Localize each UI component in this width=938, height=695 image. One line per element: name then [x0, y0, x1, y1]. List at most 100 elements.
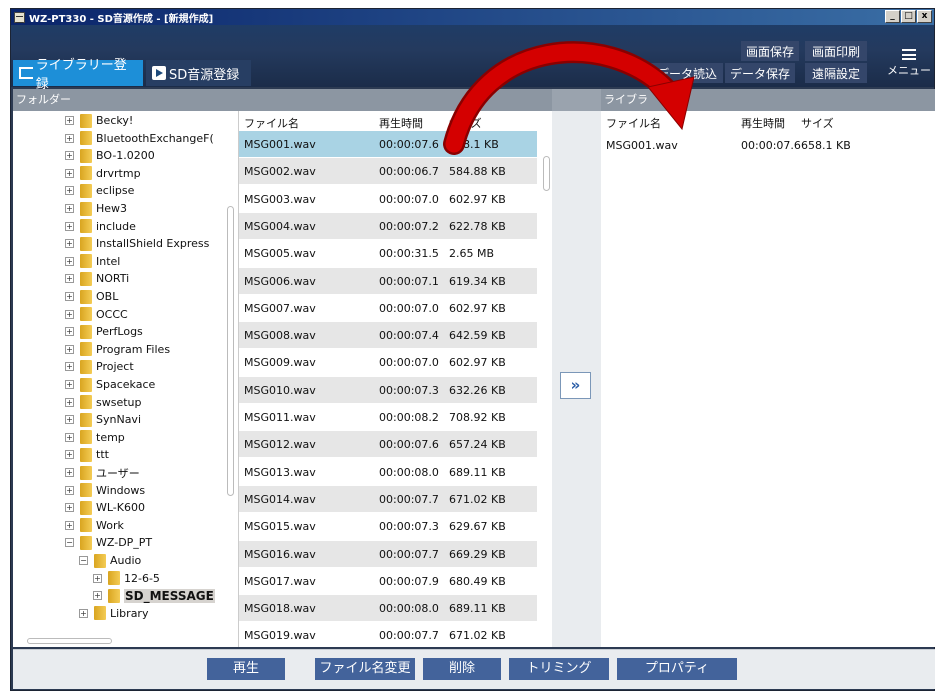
folder-tree-item[interactable]: + temp — [65, 429, 125, 446]
tree-expander-icon[interactable]: + — [65, 468, 74, 477]
folder-tree-item[interactable]: +12-6-5 — [93, 570, 160, 587]
tree-expander-icon[interactable]: + — [65, 239, 74, 249]
properties-button[interactable]: プロパティ — [617, 658, 737, 680]
tree-hscroll-thumb[interactable] — [27, 638, 112, 644]
tree-expander-icon[interactable]: + — [65, 485, 74, 495]
tab-library-register[interactable]: ライブラリー登録 — [13, 58, 143, 92]
folder-tree-item[interactable]: + Spacekace — [65, 376, 155, 393]
data-load-button[interactable]: データ読込 — [651, 63, 723, 83]
file-row[interactable]: MSG008.wav 00:00:07.4 642.59 KB — [239, 322, 537, 349]
tree-expander-icon[interactable]: + — [65, 256, 74, 266]
tree-expander-icon[interactable]: + — [65, 292, 74, 301]
folder-tree-item[interactable]: + ユーザー — [65, 464, 140, 481]
close-button[interactable]: x — [917, 10, 932, 23]
trim-button[interactable]: トリミング — [509, 658, 609, 680]
remote-settings-button[interactable]: 遠隔設定 — [805, 63, 867, 83]
tree-expander-icon[interactable]: + — [65, 221, 74, 231]
tree-expander-icon[interactable]: + — [65, 168, 74, 178]
folder-tree-item[interactable]: + BO-1.0200 — [65, 147, 155, 164]
folder-tree-item[interactable]: + drvrtmp — [65, 165, 141, 182]
folder-tree-item[interactable]: + include — [65, 218, 136, 235]
tree-vertical-scrollbar[interactable] — [226, 116, 237, 626]
file-row[interactable]: MSG013.wav 00:00:08.0 689.11 KB — [239, 459, 537, 485]
file-row[interactable]: MSG009.wav 00:00:07.0 602.97 KB — [239, 349, 537, 375]
data-save-button[interactable]: データ保存 — [725, 63, 795, 83]
tree-expander-icon[interactable]: + — [65, 327, 74, 337]
tree-expander-icon[interactable]: + — [65, 520, 74, 530]
file-row[interactable]: MSG006.wav 00:00:07.1 619.34 KB — [239, 267, 537, 294]
folder-tree-item[interactable]: + PerfLogs — [65, 323, 143, 340]
file-row[interactable]: MSG016.wav 00:00:07.7 669.29 KB — [239, 540, 537, 567]
file-row[interactable]: MSG011.wav 00:00:08.2 708.92 KB — [239, 404, 537, 430]
folder-tree-item[interactable]: + SD_MESSAGE — [93, 587, 215, 604]
folder-tree-item[interactable]: + Windows — [65, 482, 145, 499]
folder-tree-item[interactable]: + InstallShield Express — [65, 235, 209, 252]
file-row[interactable]: MSG001.wav 00:00:07.6 658.1 KB — [239, 131, 537, 157]
folder-tree-item[interactable]: + swsetup — [65, 394, 142, 411]
tree-expander-icon[interactable]: + — [65, 204, 74, 213]
screen-save-button[interactable]: 画面保存 — [741, 41, 799, 61]
maximize-button[interactable]: □ — [901, 10, 916, 23]
file-row[interactable]: MSG018.wav 00:00:08.0 689.11 KB — [239, 595, 537, 622]
file-row[interactable]: MSG017.wav 00:00:07.9 680.49 KB — [239, 568, 537, 594]
tree-expander-icon[interactable]: + — [93, 591, 102, 601]
tree-expander-icon[interactable]: + — [65, 309, 74, 319]
file-list-scrollbar[interactable] — [542, 131, 552, 641]
folder-tree-item[interactable]: + SynNavi — [65, 411, 141, 428]
menu-button[interactable]: メニュー — [886, 45, 932, 85]
tree-expander-icon[interactable]: + — [65, 380, 74, 389]
folder-tree-item[interactable]: + ttt — [65, 446, 109, 463]
file-row[interactable]: MSG004.wav 00:00:07.2 622.78 KB — [239, 212, 537, 239]
folder-tree-item[interactable]: + OBL — [65, 288, 118, 305]
tree-expander-icon[interactable]: + — [65, 415, 74, 425]
folder-tree-item[interactable]: + Becky! — [65, 112, 133, 129]
tree-expander-icon[interactable]: + — [65, 450, 74, 460]
tree-expander-icon[interactable]: + — [65, 151, 74, 161]
file-list-scroll-thumb[interactable] — [543, 156, 550, 191]
folder-tree-item[interactable]: + Intel — [65, 253, 120, 270]
play-button[interactable]: 再生 — [207, 658, 285, 680]
file-row[interactable]: MSG019.wav 00:00:07.7 671.02 KB — [239, 622, 537, 647]
delete-button[interactable]: 削除 — [423, 658, 501, 680]
file-row[interactable]: MSG012.wav 00:00:07.6 657.24 KB — [239, 431, 537, 458]
folder-tree-item[interactable]: + Hew3 — [65, 200, 127, 217]
file-row[interactable]: MSG007.wav 00:00:07.0 602.97 KB — [239, 295, 537, 321]
col-playtime[interactable]: 再生時間 — [379, 115, 423, 131]
folder-tree-item[interactable]: + BluetoothExchangeF( — [65, 130, 214, 147]
lib-col-filename[interactable]: ファイル名 — [606, 115, 661, 131]
tree-expander-icon[interactable]: + — [65, 503, 74, 513]
lib-col-playtime[interactable]: 再生時間 — [741, 115, 785, 131]
folder-tree[interactable]: + Becky! + BluetoothExchangeF(+ BO-1.0200 + dr… — [13, 111, 239, 647]
tree-expander-icon[interactable]: + — [65, 344, 74, 354]
add-to-library-button[interactable]: » — [560, 372, 591, 399]
lib-col-size[interactable]: サイズ — [801, 115, 834, 131]
tree-expander-icon[interactable]: + — [65, 432, 74, 442]
tree-expander-icon[interactable]: + — [65, 362, 74, 372]
file-row[interactable]: MSG005.wav 00:00:31.5 2.65 MB — [239, 240, 537, 266]
folder-tree-item[interactable]: + Project — [65, 358, 134, 375]
folder-tree-item[interactable]: − Audio — [79, 552, 141, 569]
screen-print-button[interactable]: 画面印刷 — [805, 41, 867, 61]
library-row[interactable]: MSG001.wav 00:00:07.6 658.1 KB — [601, 135, 935, 155]
folder-tree-item[interactable]: − WZ-DP_PT — [65, 534, 152, 551]
tree-expander-icon[interactable]: − — [65, 538, 74, 548]
rename-button[interactable]: ファイル名変更 — [315, 658, 415, 680]
folder-tree-item[interactable]: + OCCC — [65, 306, 128, 323]
tree-expander-icon[interactable]: + — [65, 274, 74, 284]
col-size[interactable]: サイズ — [449, 115, 482, 131]
tree-vscroll-thumb[interactable] — [227, 206, 234, 496]
tab-sd-register[interactable]: SD音源登録 — [146, 60, 251, 86]
folder-tree-item[interactable]: + Work — [65, 517, 124, 534]
tree-expander-icon[interactable]: + — [65, 397, 74, 407]
folder-tree-item[interactable]: + WL-K600 — [65, 499, 145, 516]
tree-expander-icon[interactable]: + — [65, 186, 74, 196]
tree-expander-icon[interactable]: + — [65, 133, 74, 143]
col-filename[interactable]: ファイル名 — [244, 115, 299, 131]
tree-horizontal-scrollbar[interactable] — [13, 635, 226, 647]
tree-expander-icon[interactable]: + — [65, 116, 74, 125]
minimize-button[interactable]: _ — [885, 10, 900, 23]
file-row[interactable]: MSG003.wav 00:00:07.0 602.97 KB — [239, 186, 537, 212]
file-row[interactable]: MSG014.wav 00:00:07.7 671.02 KB — [239, 485, 537, 512]
folder-tree-item[interactable]: + NORTi — [65, 270, 129, 287]
tree-expander-icon[interactable]: − — [79, 556, 88, 565]
